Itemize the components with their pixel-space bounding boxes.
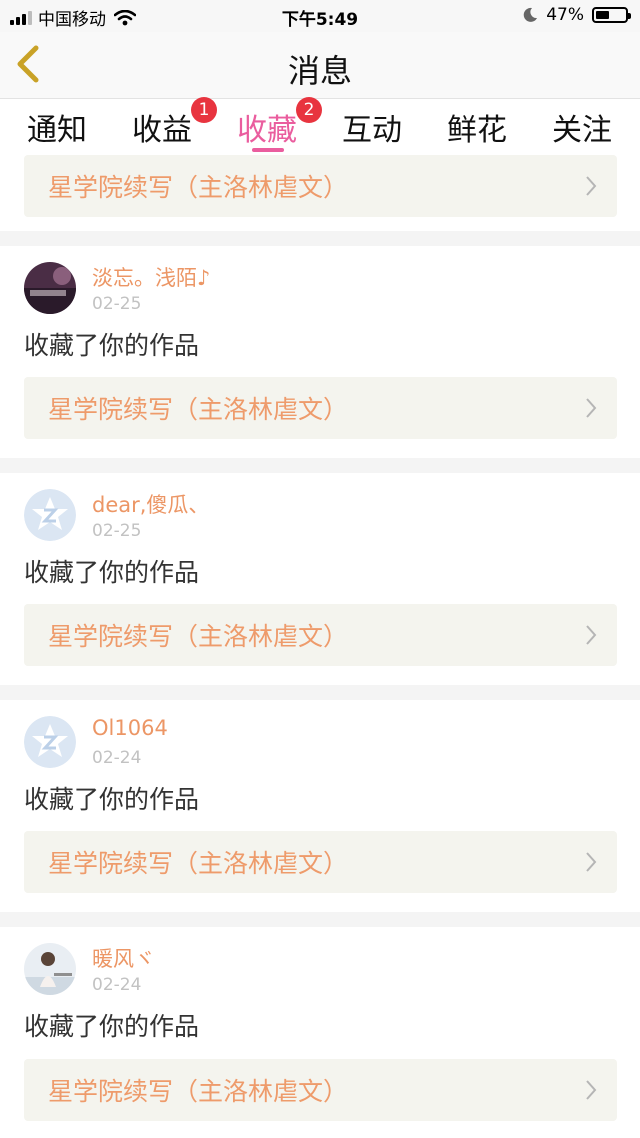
work-link[interactable]: 星学院续写（主洛林虐文）	[24, 1059, 617, 1121]
username[interactable]: 暖风ヾ	[92, 943, 155, 973]
tab-interactions[interactable]: 互动	[319, 105, 425, 151]
tab-label: 收藏	[237, 113, 297, 148]
message-list[interactable]: 星学院续写（主洛林虐文） 淡忘。浅陌♪ 02-25 收藏了你的作品 星学院续写（…	[0, 155, 640, 1138]
tab-label: 关注	[552, 113, 612, 148]
message-date: 02-25	[92, 521, 142, 541]
action-text: 收藏了你的作品	[24, 785, 200, 814]
chevron-right-icon	[586, 398, 597, 418]
chevron-right-icon	[586, 1080, 597, 1100]
work-link[interactable]: 星学院续写（主洛林虐文）	[24, 604, 617, 666]
nav-bar: 消息	[0, 32, 640, 99]
tab-following[interactable]: 关注	[529, 105, 635, 151]
work-title: 星学院续写（主洛林虐文）	[48, 395, 349, 424]
tab-favorites[interactable]: 收藏 2	[214, 97, 322, 152]
message-card: dear,傻瓜、 02-25 收藏了你的作品 星学院续写（主洛林虐文）	[0, 473, 640, 685]
action-text: 收藏了你的作品	[24, 1012, 200, 1041]
work-link[interactable]: 星学院续写（主洛林虐文）	[24, 377, 617, 439]
action-text: 收藏了你的作品	[24, 558, 200, 587]
work-title: 星学院续写（主洛林虐文）	[48, 173, 349, 202]
work-title: 星学院续写（主洛林虐文）	[48, 622, 349, 651]
tab-flowers[interactable]: 鲜花	[424, 105, 530, 151]
work-title: 星学院续写（主洛林虐文）	[48, 1077, 349, 1106]
status-bar: 中国移动 下午5:49 47%	[0, 0, 640, 32]
message-card: Ol1064 02-24 收藏了你的作品 星学院续写（主洛林虐文）	[0, 700, 640, 912]
tab-earnings[interactable]: 收益 1	[109, 97, 217, 151]
chevron-right-icon	[586, 625, 597, 645]
message-card: 星学院续写（主洛林虐文）	[0, 155, 640, 231]
action-text: 收藏了你的作品	[24, 331, 200, 360]
message-date: 02-25	[92, 294, 142, 314]
page-title: 消息	[287, 52, 352, 90]
message-date: 02-24	[92, 748, 142, 768]
user-avatar[interactable]	[24, 943, 76, 995]
user-avatar[interactable]	[24, 262, 76, 314]
default-avatar-icon[interactable]	[24, 716, 76, 768]
tab-label: 通知	[27, 113, 87, 148]
tab-bar: 通知 收益 1 收藏 2 互动 鲜花 关注	[0, 97, 640, 155]
username[interactable]: Ol1064	[92, 716, 168, 740]
active-tab-indicator	[252, 148, 284, 152]
chevron-right-icon	[586, 176, 597, 196]
default-avatar-icon[interactable]	[24, 489, 76, 541]
chevron-right-icon	[586, 852, 597, 872]
message-date: 02-24	[92, 975, 142, 995]
tab-label: 互动	[342, 113, 402, 148]
work-title: 星学院续写（主洛林虐文）	[48, 849, 349, 878]
tab-label: 收益	[132, 113, 192, 148]
username[interactable]: dear,傻瓜、	[92, 489, 209, 519]
work-link[interactable]: 星学院续写（主洛林虐文）	[24, 831, 617, 893]
message-card: 暖风ヾ 02-24 收藏了你的作品 星学院续写（主洛林虐文）	[0, 927, 640, 1138]
tab-label: 鲜花	[447, 113, 507, 148]
battery-percent: 47%	[546, 5, 584, 25]
work-link[interactable]: 星学院续写（主洛林虐文）	[24, 155, 617, 217]
message-card: 淡忘。浅陌♪ 02-25 收藏了你的作品 星学院续写（主洛林虐文）	[0, 246, 640, 458]
username[interactable]: 淡忘。浅陌♪	[92, 262, 210, 292]
battery-icon	[592, 7, 631, 23]
moon-icon	[523, 7, 538, 22]
tab-notifications[interactable]: 通知	[4, 105, 110, 151]
